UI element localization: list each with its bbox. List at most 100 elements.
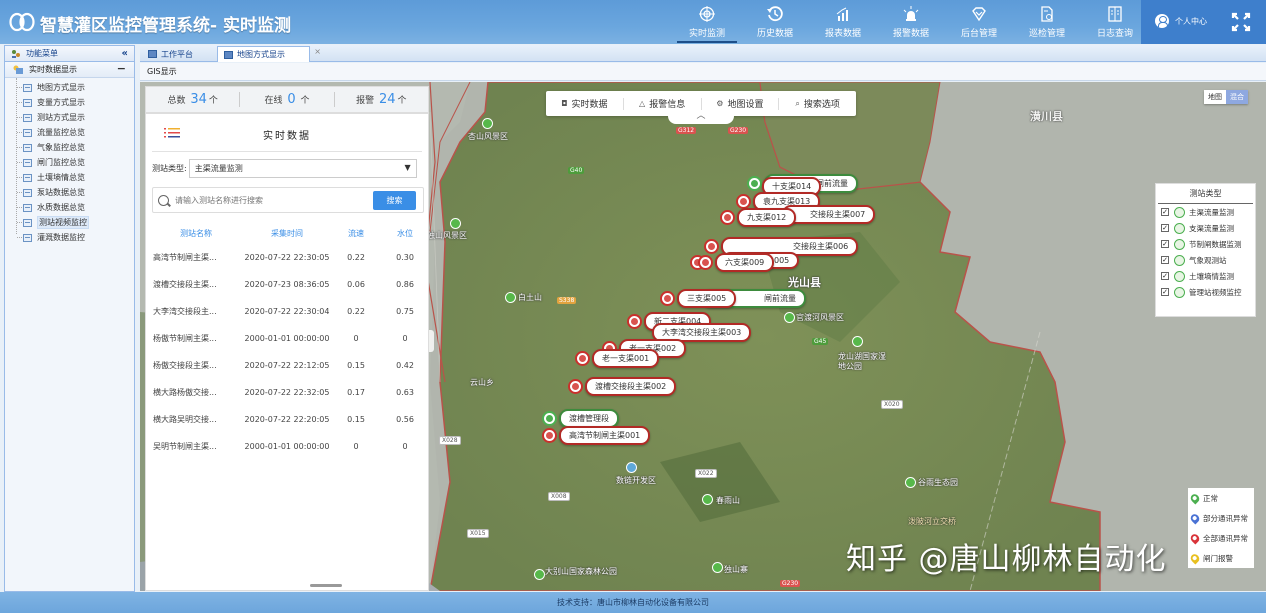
station-type-toggle[interactable]: ✓ 土壤墒情监测: [1156, 268, 1255, 284]
sidebar-group-realtime[interactable]: 实时数据显示 −: [5, 62, 134, 78]
checkbox-checked-icon[interactable]: ✓: [1161, 288, 1169, 296]
user-avatar-icon: [1155, 14, 1169, 28]
checkbox-checked-icon[interactable]: ✓: [1161, 272, 1169, 280]
horizontal-scrollbar[interactable]: [310, 584, 342, 587]
sidebar-item-weather-overview[interactable]: 气象监控总览: [5, 140, 134, 155]
inspection-doc-icon: [1041, 5, 1053, 22]
total-count: 34: [190, 92, 207, 107]
table-row[interactable]: 高湾节制闸主渠... 2020-07-22 22:30:05 0.22 0.30: [146, 244, 430, 271]
column-header[interactable]: 水位: [380, 228, 430, 239]
station-name-cell: 渡槽交接段主渠...: [153, 280, 217, 289]
user-center-button[interactable]: 个人中心: [1155, 14, 1207, 28]
search-button[interactable]: 搜索: [373, 190, 416, 210]
bell-icon: △: [639, 99, 646, 108]
station-name-cell: 横大路吴明交接...: [153, 415, 217, 424]
station-marker[interactable]: 老一支渠001: [575, 349, 660, 368]
legend-title: 测站类型: [1158, 184, 1253, 204]
station-marker[interactable]: 高湾节制闸主渠001: [542, 426, 651, 445]
road-label: G230: [780, 580, 801, 587]
station-type-toggle[interactable]: ✓ 气象观测站: [1156, 252, 1255, 268]
tab-page-icon: [148, 50, 157, 58]
station-type-toggle[interactable]: ✓ 管理站视频监控: [1156, 284, 1255, 300]
map-type-hybrid[interactable]: 混合: [1226, 90, 1248, 104]
column-header[interactable]: 流速: [332, 228, 380, 239]
status-legend: 正常 部分通讯异常 全部通讯异常 闸门报警: [1188, 488, 1254, 568]
footer: 技术支持：唐山市柳林自动化设备有限公司: [0, 592, 1266, 613]
column-header[interactable]: 采集时间: [242, 228, 332, 239]
velocity-cell: 0.15: [347, 361, 365, 370]
map-pin-icon: [1188, 531, 1202, 545]
station-marker[interactable]: 渡槽交接段主渠002: [568, 377, 677, 396]
station-stats: 总数 34 个 在线 0 个 报警 24 个: [145, 86, 429, 113]
nav-alarm[interactable]: 报警数据: [877, 0, 945, 44]
map-pin-icon: [1188, 511, 1202, 525]
checkbox-checked-icon[interactable]: ✓: [1161, 208, 1169, 216]
sidebar-item-variable-display[interactable]: 变量方式显示: [5, 95, 134, 110]
nav-realtime[interactable]: 实时监测: [673, 0, 741, 44]
road-label: G45: [812, 338, 829, 345]
table-row[interactable]: 杨傲节制闸主渠... 2000-01-01 00:00:00 0 0: [146, 325, 430, 352]
place-label: 独山寨: [724, 565, 748, 574]
toolbar-realtime-data[interactable]: ◘ 实时数据: [546, 97, 624, 110]
panel-collapse-handle[interactable]: [429, 330, 434, 352]
station-type-toggle[interactable]: ✓ 主渠流量监测: [1156, 204, 1255, 220]
nav-history[interactable]: 历史数据: [741, 0, 809, 44]
station-marker-icon: [720, 210, 735, 225]
tab-close-icon[interactable]: ×: [314, 47, 321, 56]
checkbox-checked-icon[interactable]: ✓: [1161, 256, 1169, 264]
station-marker[interactable]: 九支渠012: [720, 208, 797, 227]
sidebar-item-flow-overview[interactable]: 流量监控总览: [5, 125, 134, 140]
station-type-icon: [1174, 222, 1185, 234]
nav-report[interactable]: 报表数据: [809, 0, 877, 44]
checkbox-checked-icon[interactable]: ✓: [1161, 224, 1169, 232]
velocity-cell: 0.22: [347, 253, 365, 262]
table-row[interactable]: 横大路吴明交接... 2020-07-22 22:20:05 0.15 0.56: [146, 406, 430, 433]
place-label: 龙山湖国家湿地公园: [838, 352, 886, 371]
sidebar-item-label: 泵站数据总览: [37, 188, 85, 197]
search-icon: [158, 194, 169, 206]
station-type-select[interactable]: 主渠流量监测 ▼: [188, 159, 417, 178]
sidebar-collapse-button[interactable]: «: [122, 48, 128, 59]
table-row[interactable]: 渡槽交接段主渠... 2020-07-23 08:36:05 0.06 0.86: [146, 271, 430, 298]
checkbox-checked-icon[interactable]: ✓: [1161, 240, 1169, 248]
table-row[interactable]: 吴明节制闸主渠... 2000-01-01 00:00:00 0 0: [146, 433, 430, 460]
station-type-toggle[interactable]: ✓ 支渠流量监测: [1156, 220, 1255, 236]
place-label: 云山乡: [470, 378, 494, 387]
toolbar-search-options[interactable]: ⌕ 搜索选项: [779, 98, 856, 111]
sidebar-item-soil-overview[interactable]: 土壤墒情总览: [5, 170, 134, 185]
station-search-input[interactable]: [175, 195, 370, 205]
nav-admin[interactable]: 后台管理: [945, 0, 1013, 44]
sidebar-item-pump-overview[interactable]: 泵站数据总览: [5, 185, 134, 200]
column-header[interactable]: 测站名称: [146, 228, 242, 239]
sidebar-item-irrigation[interactable]: 灌溉数据监控: [5, 230, 134, 245]
sidebar-item-map-display[interactable]: 地图方式显示: [5, 80, 134, 95]
table-row[interactable]: 横大路杨傲交接... 2020-07-22 22:32:05 0.17 0.63: [146, 379, 430, 406]
status-legend-item: 全部通讯异常: [1188, 528, 1254, 548]
sidebar-item-station-display[interactable]: 测站方式显示: [5, 110, 134, 125]
sidebar-item-label: 灌溉数据监控: [37, 233, 85, 242]
nav-log[interactable]: 日志查询: [1081, 0, 1149, 44]
station-type-toggle[interactable]: ✓ 节制闸数据监测: [1156, 236, 1255, 252]
toolbar-collapse-toggle[interactable]: ︿: [668, 112, 734, 124]
station-marker[interactable]: 三支渠005: [660, 289, 737, 308]
station-type-legend: 测站类型 ✓ 主渠流量监测 ✓ 支渠流量监测 ✓ 节制闸数据监测 ✓ 气象观测站 ✓ 土壤墒情监测…: [1155, 183, 1256, 317]
toolbar-alarm-info[interactable]: △ 报警信息: [624, 97, 702, 110]
toolbar-map-settings[interactable]: ⚙ 地图设置: [702, 97, 780, 110]
map-type-map[interactable]: 地图: [1204, 90, 1226, 104]
watermark: 知乎 @唐山柳林自动化: [846, 542, 1167, 577]
grid-page-icon: [23, 188, 32, 197]
table-row[interactable]: 大李湾交接段主... 2020-07-22 22:30:04 0.22 0.75: [146, 298, 430, 325]
station-marker[interactable]: 六支渠009: [690, 253, 775, 272]
station-marker-icon: [736, 194, 751, 209]
nav-inspection[interactable]: 巡检管理: [1013, 0, 1081, 44]
sidebar-item-station-video[interactable]: 测站视频监控: [5, 215, 134, 230]
tab-map-display[interactable]: 地图方式显示 ×: [217, 46, 321, 62]
tab-workbench[interactable]: 工作平台: [142, 46, 214, 62]
gis-map[interactable]: 杏山风景区 独山风景区 白土山 云山乡 潢川县 光山县 官渡河风景区 龙山湖国家…: [140, 82, 1266, 591]
table-row[interactable]: 杨傲交接段主渠... 2020-07-22 22:12:05 0.15 0.42: [146, 352, 430, 379]
toolbar-label: 实时数据: [571, 100, 608, 110]
sidebar-item-gate-overview[interactable]: 闸门监控总览: [5, 155, 134, 170]
sidebar-item-water-quality[interactable]: 水质数据总览: [5, 200, 134, 215]
fullscreen-icon[interactable]: [1231, 12, 1251, 32]
group-collapse-toggle[interactable]: −: [117, 62, 126, 75]
